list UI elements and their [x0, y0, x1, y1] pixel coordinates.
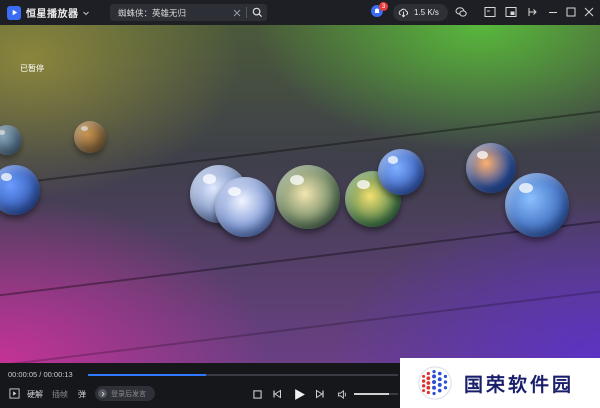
stop-icon — [252, 389, 262, 399]
globe-logo-icon — [418, 366, 452, 400]
progress-bar[interactable] — [88, 374, 398, 376]
volume-button[interactable] — [336, 388, 348, 400]
title-bar: 恒星播放器 蜘蛛侠：英雄无归 3 1.5 K/s — [0, 0, 600, 25]
marble — [0, 165, 40, 215]
maximize-icon[interactable] — [565, 6, 577, 18]
pin-icon[interactable] — [526, 6, 538, 18]
volume-slider[interactable] — [354, 393, 398, 395]
search-input[interactable]: 蜘蛛侠：英雄无归 — [118, 7, 232, 19]
wood-grain-line — [0, 278, 600, 363]
app-logo-icon — [7, 5, 21, 20]
marble — [215, 177, 275, 237]
hardware-decode-button[interactable]: 硬解 — [27, 389, 43, 400]
download-speed-value: 1.5 K/s — [414, 8, 439, 17]
search-box[interactable]: 蜘蛛侠：英雄无归 — [110, 4, 267, 21]
danmaku-placeholder: 登录后发言 — [111, 390, 146, 398]
watermark-text: 国荣软件园 — [464, 374, 575, 396]
marble — [505, 173, 569, 237]
chevron-down-icon[interactable] — [82, 9, 90, 17]
danmaku-input[interactable]: 登录后发言 — [95, 386, 155, 401]
marble — [378, 149, 424, 195]
previous-button[interactable] — [271, 388, 283, 400]
time-display: 00:00:05 / 00:00:13 — [8, 370, 73, 379]
search-icon — [252, 7, 262, 18]
wechat-icon[interactable] — [455, 6, 467, 18]
watermark: 国荣软件园 — [400, 358, 600, 408]
video-frame[interactable]: 已暂停 — [0, 25, 600, 363]
download-speed-indicator[interactable]: 1.5 K/s — [393, 4, 448, 21]
time-separator: / — [39, 370, 42, 379]
danmaku-toggle[interactable]: 弹 — [78, 389, 86, 400]
frame-interpolation-button[interactable]: 插帧 — [52, 389, 68, 400]
danmaku-settings-icon[interactable] — [98, 389, 107, 398]
screen-icon[interactable] — [484, 6, 496, 18]
playlist-icon — [8, 387, 20, 399]
cloud-download-icon — [398, 8, 408, 18]
play-icon — [294, 388, 305, 400]
current-time: 00:00:05 — [8, 370, 38, 379]
next-button[interactable] — [314, 388, 326, 400]
search-button[interactable] — [247, 4, 267, 21]
mini-mode-icon[interactable] — [505, 6, 517, 18]
marble — [0, 125, 22, 155]
app-name[interactable]: 恒星播放器 — [26, 5, 79, 20]
marble — [276, 165, 340, 229]
stop-button[interactable] — [251, 388, 263, 400]
skip-previous-icon — [273, 389, 281, 399]
clear-icon[interactable] — [232, 8, 242, 18]
marble — [466, 143, 516, 193]
progress-fill — [88, 374, 206, 376]
notification-badge: 3 — [379, 2, 388, 11]
playlist-button[interactable] — [8, 387, 20, 399]
minimize-icon[interactable] — [547, 6, 559, 18]
volume-fill — [354, 393, 390, 395]
playback-status-text: 已暂停 — [20, 64, 44, 73]
volume-icon — [337, 389, 346, 399]
total-time: 00:00:13 — [43, 370, 73, 379]
play-button[interactable] — [290, 385, 308, 403]
skip-next-icon — [316, 389, 324, 399]
marble — [74, 121, 106, 153]
close-icon[interactable] — [583, 6, 595, 18]
